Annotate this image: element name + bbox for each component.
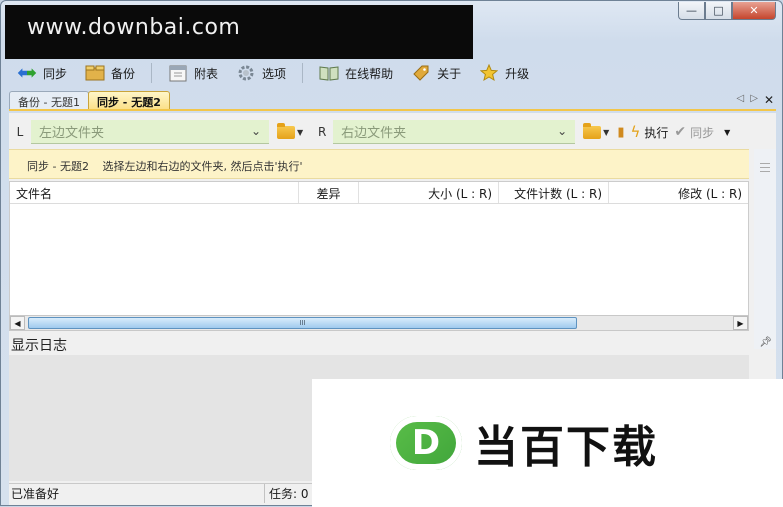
watermark-banner: www.downbai.com: [5, 5, 473, 59]
left-side-label: L: [16, 125, 24, 139]
dropdown-arrow-icon: ▼: [603, 127, 610, 137]
folder-icon: [583, 122, 602, 139]
options-button[interactable]: 选项: [228, 61, 294, 85]
toolbar-divider: [151, 63, 153, 83]
online-help-label: 在线帮助: [345, 66, 394, 81]
tab-scroll-left-icon[interactable]: ◁: [737, 93, 745, 107]
calendar-icon: [168, 64, 188, 82]
upgrade-button[interactable]: 升级: [471, 61, 537, 85]
status-ready: 已准备好: [9, 484, 265, 503]
tab-sync-untitled2[interactable]: 同步 - 无题2: [87, 91, 170, 109]
about-button[interactable]: 关于: [403, 61, 469, 85]
brand-logo-icon: D: [390, 416, 462, 470]
left-browse-button[interactable]: ▼: [277, 122, 304, 139]
col-header-difference[interactable]: 差异: [299, 182, 359, 203]
run-label: 执行: [644, 125, 669, 140]
toolbar-divider: [302, 63, 304, 83]
info-message: 选择左边和右边的文件夹, 然后点击'执行': [102, 160, 303, 173]
backup-box-icon: [85, 64, 105, 82]
star-icon: [479, 64, 499, 82]
tab-close-icon[interactable]: ✕: [764, 93, 774, 107]
side-panel-strip: [754, 149, 776, 349]
upgrade-label: 升级: [505, 66, 530, 81]
right-folder-combo[interactable]: 右边文件夹 ⌄: [333, 120, 576, 144]
pin-icon[interactable]: 📌︎: [759, 337, 772, 348]
col-header-file-count[interactable]: 文件计数 (L : R): [499, 182, 609, 203]
backup-button[interactable]: 备份: [77, 61, 143, 85]
col-header-modified[interactable]: 修改 (L : R): [609, 182, 748, 203]
grip-icon[interactable]: [760, 163, 770, 172]
sync-button[interactable]: 同步: [9, 61, 75, 85]
info-title: 同步 - 无题2: [27, 160, 89, 173]
brand-logo-letter: D: [411, 423, 441, 463]
about-label: 关于: [437, 66, 462, 81]
document-tabs: 备份 - 无题1 同步 - 无题2 ◁ ▷ ✕: [9, 91, 776, 111]
log-title: 显示日志: [11, 338, 67, 354]
checkmark-icon: ✔: [674, 124, 687, 140]
scrollbar-thumb[interactable]: III: [28, 317, 577, 329]
schedule-button[interactable]: 附表: [160, 61, 226, 85]
chevron-down-icon: ⌄: [557, 124, 568, 138]
brush-icon[interactable]: ▮: [617, 125, 624, 140]
maximize-button[interactable]: □: [705, 2, 732, 20]
brand-overlay: D 当百下载: [312, 379, 783, 507]
tab-scroll-right-icon[interactable]: ▷: [750, 93, 758, 107]
grid-header: 文件名 差异 大小 (L : R) 文件计数 (L : R) 修改 (L : R…: [10, 182, 748, 204]
online-help-button[interactable]: 在线帮助: [311, 61, 401, 85]
scroll-right-icon[interactable]: ▶: [733, 316, 748, 330]
dropdown-arrow-icon: ▼: [297, 127, 304, 137]
chevron-down-icon[interactable]: ▼: [724, 128, 730, 137]
window-controls: — □ ✕: [678, 2, 776, 20]
schedule-label: 附表: [194, 66, 219, 81]
chevron-down-icon: ⌄: [250, 124, 261, 138]
backup-label: 备份: [111, 66, 136, 81]
lightning-icon: ϟ: [630, 123, 641, 141]
file-grid[interactable]: 文件名 差异 大小 (L : R) 文件计数 (L : R) 修改 (L : R…: [9, 181, 749, 317]
options-label: 选项: [262, 66, 287, 81]
tab-controls: ◁ ▷ ✕: [737, 93, 774, 107]
book-icon: [319, 64, 339, 82]
horizontal-scrollbar[interactable]: ◀ III ▶: [9, 315, 749, 331]
left-folder-placeholder: 左边文件夹: [39, 126, 105, 141]
gear-icon: [236, 64, 256, 82]
col-header-filename[interactable]: 文件名: [10, 182, 299, 203]
folder-selection-bar: L 左边文件夹 ⌄ ▼ R 右边文件夹 ⌄ ▼ ▮ ϟ 执行 ✔ 同步 ▼: [9, 117, 776, 147]
main-toolbar: 同步 备份 附表 选项 在线帮助 关于 升级: [9, 59, 776, 87]
tab-backup-untitled1[interactable]: 备份 - 无题1: [9, 91, 89, 109]
sync-label: 同步: [43, 66, 68, 81]
sync-arrows-icon: [17, 64, 37, 82]
right-browse-button[interactable]: ▼: [583, 122, 610, 139]
brand-name: 当百下载: [474, 422, 658, 473]
close-button[interactable]: ✕: [732, 2, 776, 20]
info-bar: 同步 - 无题2 选择左边和右边的文件夹, 然后点击'执行': [9, 149, 749, 179]
sync-action-button[interactable]: ✔ 同步: [674, 124, 714, 141]
app-window: — □ ✕ www.downbai.com 同步 备份 附表 选项 在线帮助 关…: [0, 0, 783, 507]
folder-icon: [277, 122, 295, 139]
tag-icon: [411, 64, 431, 82]
right-side-label: R: [317, 125, 327, 139]
run-button[interactable]: ϟ 执行: [630, 123, 668, 141]
col-header-size[interactable]: 大小 (L : R): [359, 182, 499, 203]
scroll-left-icon[interactable]: ◀: [10, 316, 25, 330]
sync-action-label: 同步: [690, 125, 715, 140]
left-folder-combo[interactable]: 左边文件夹 ⌄: [31, 120, 269, 144]
right-folder-placeholder: 右边文件夹: [341, 126, 407, 141]
status-tasks: 任务: 0: [269, 487, 309, 501]
minimize-button[interactable]: —: [678, 2, 705, 20]
